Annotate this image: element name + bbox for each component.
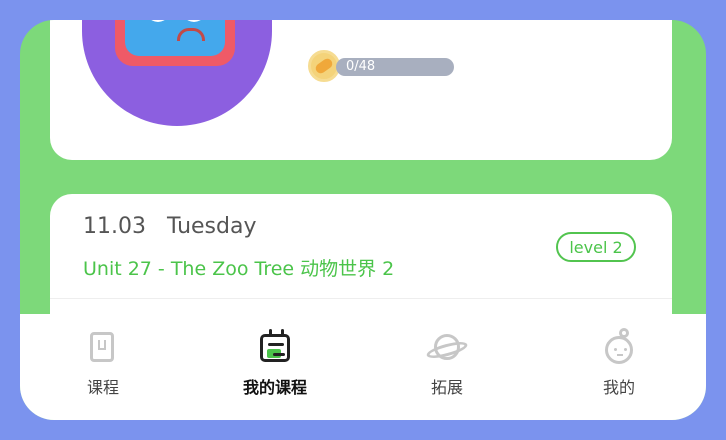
divider — [50, 298, 672, 299]
lesson-date-line: 11.03 Tuesday — [83, 214, 256, 239]
level-badge: level 2 — [556, 232, 636, 262]
tab-my-courses[interactable]: 我的课程 — [230, 329, 320, 400]
lesson-weekday: Tuesday — [166, 214, 257, 239]
bottom-tab-bar: 课程 我的课程 拓展 我的 — [20, 314, 706, 420]
course-icon — [85, 330, 121, 366]
my-course-icon — [257, 329, 293, 366]
app-screen: 0/48 11.03 Tuesday Unit 27 - The Zoo Tre… — [20, 20, 706, 420]
lesson-title: Unit 27 - The Zoo Tree 动物世界 2 — [83, 258, 395, 280]
lesson-date: 11.03 — [83, 214, 146, 239]
tab-label: 我的课程 — [242, 378, 307, 397]
tab-label: 课程 — [86, 378, 119, 397]
coin-count: 0/48 — [346, 59, 376, 74]
tab-label: 我的 — [602, 378, 635, 397]
tab-course[interactable]: 课程 — [58, 330, 148, 400]
robot-avatar-icon — [115, 20, 235, 66]
profile-icon — [601, 328, 637, 366]
planet-icon — [425, 330, 469, 366]
tab-profile[interactable]: 我的 — [574, 328, 664, 400]
tab-label: 拓展 — [430, 378, 463, 397]
coin-progress-bar: 0/48 — [336, 58, 454, 76]
tab-explore[interactable]: 拓展 — [402, 330, 492, 400]
